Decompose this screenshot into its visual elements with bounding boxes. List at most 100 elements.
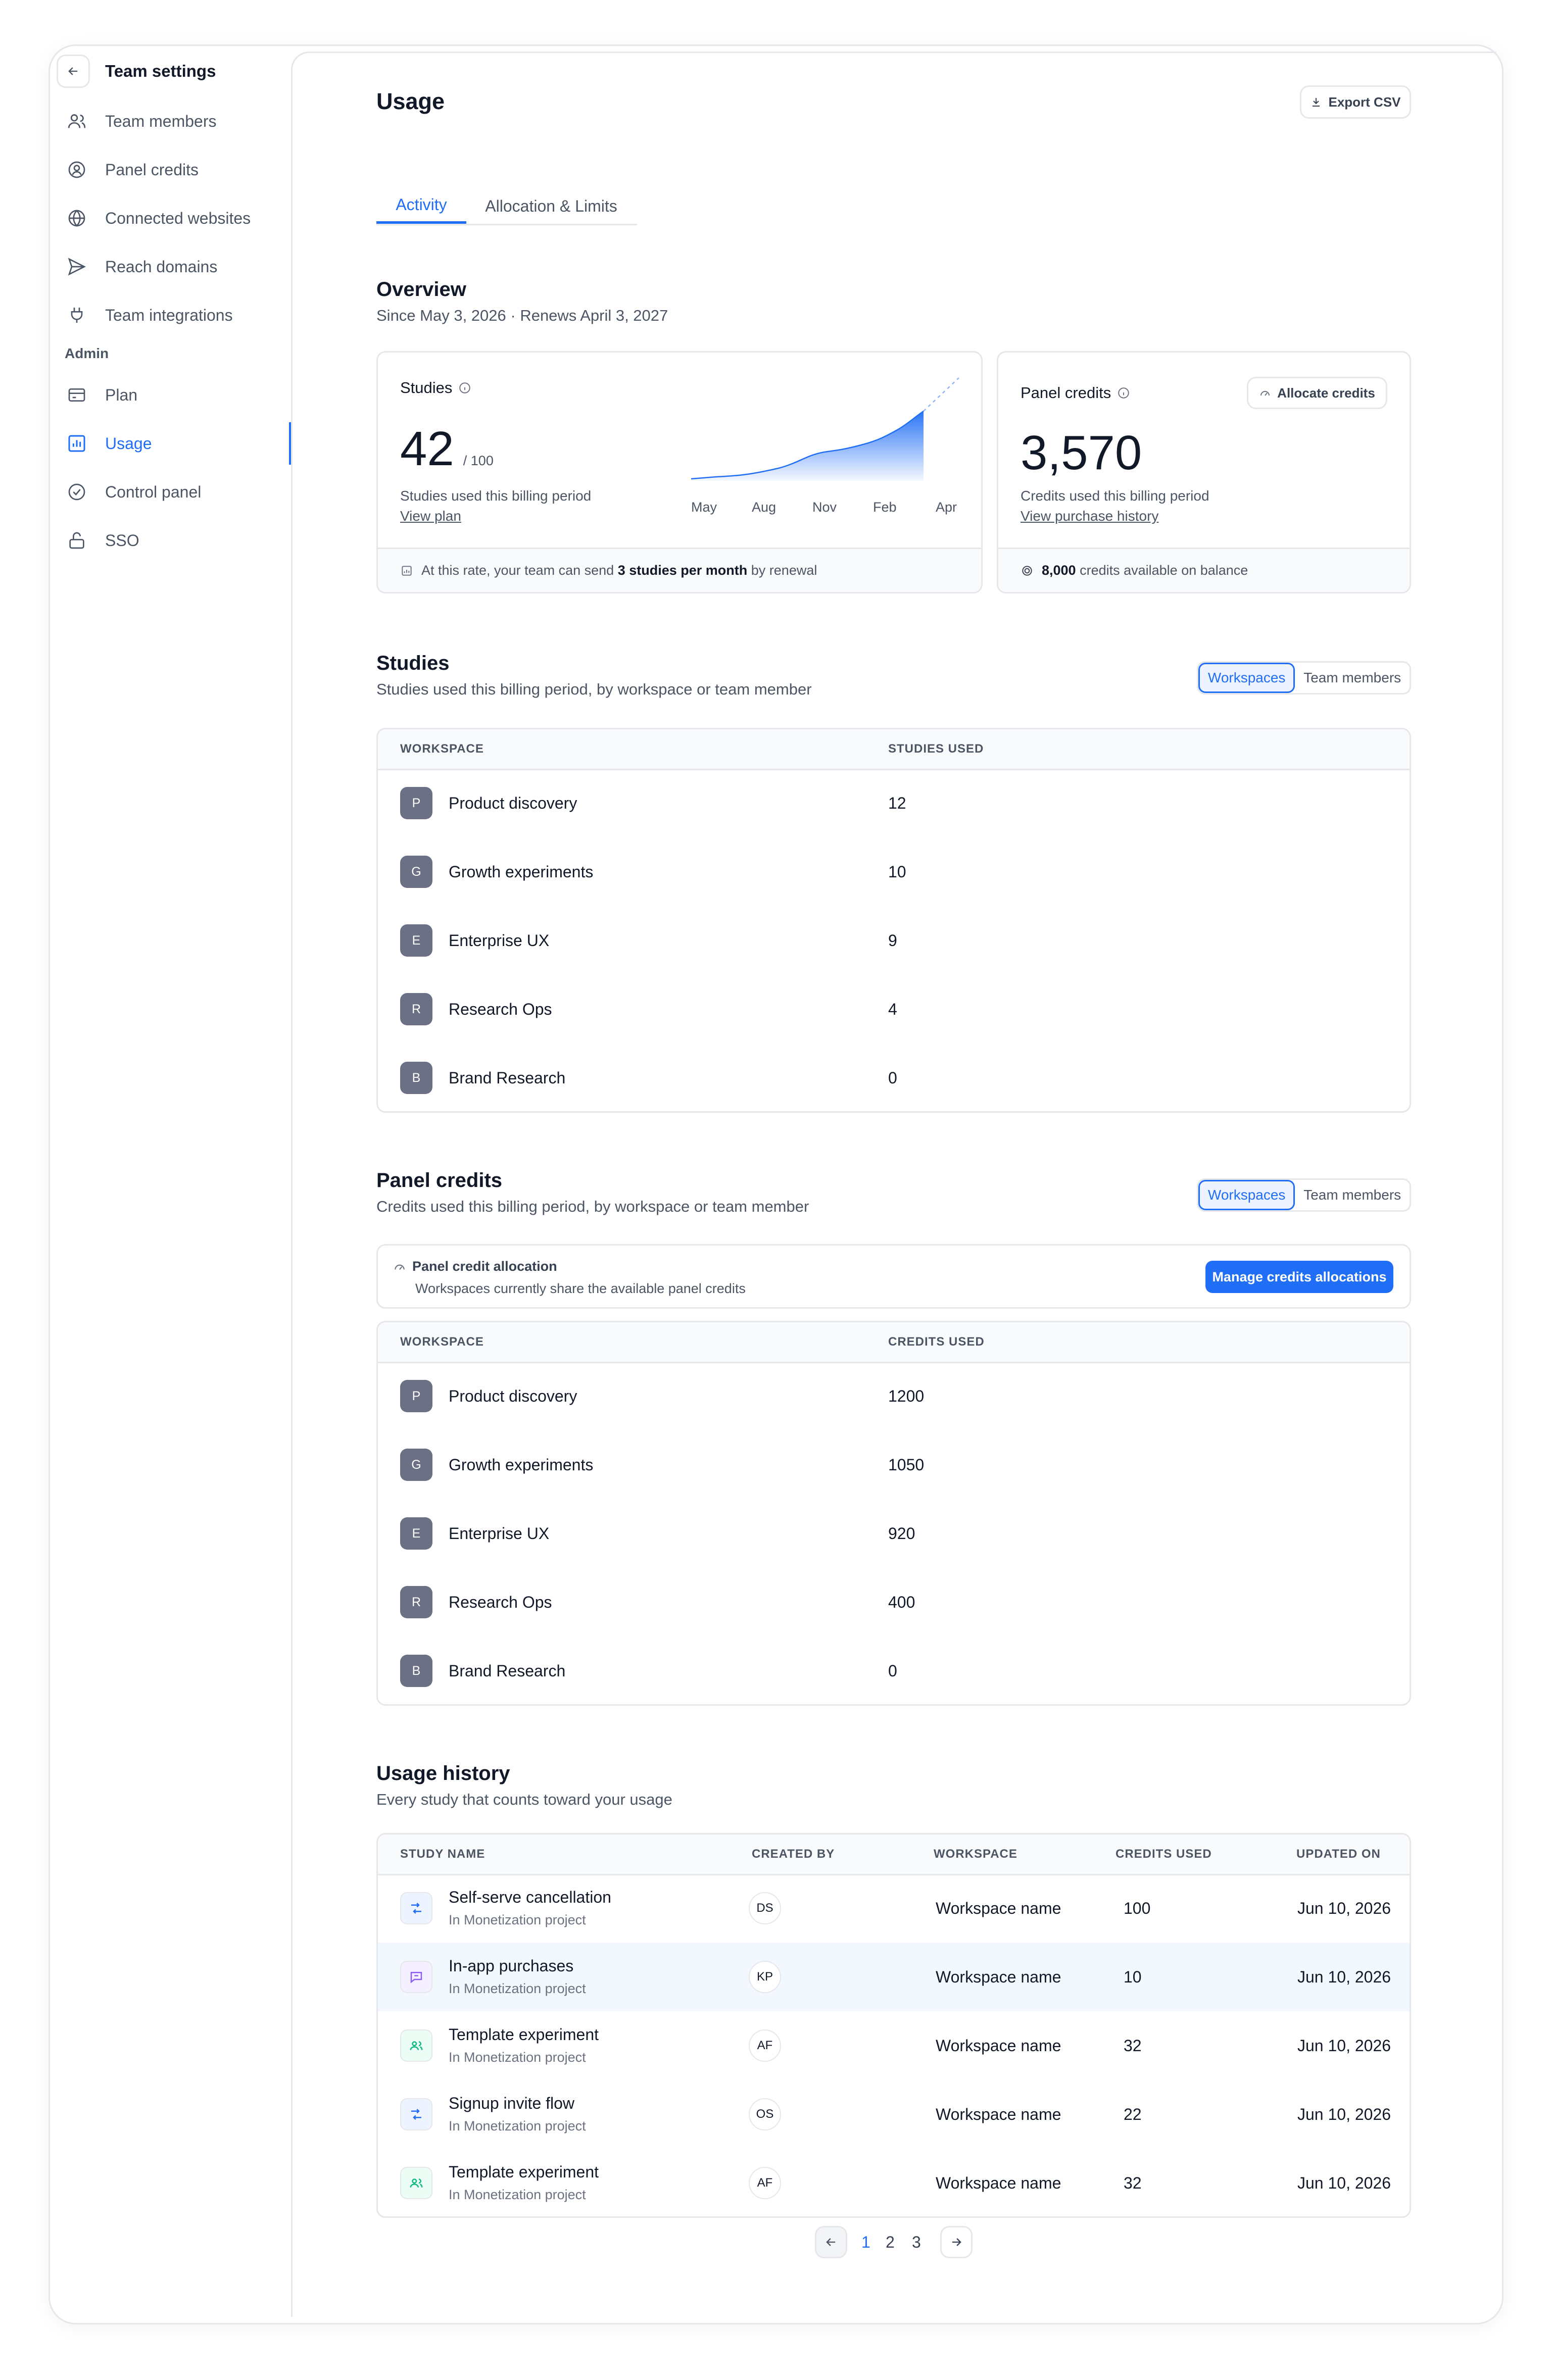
workspace-avatar: G [400, 856, 432, 888]
chart-label-nov: Nov [812, 500, 837, 515]
table-row[interactable]: Template experiment In Monetization proj… [378, 2011, 1410, 2080]
studies-value-group: 42 / 100 [400, 421, 494, 477]
table-row[interactable]: E Enterprise UX 9 [378, 906, 1410, 975]
table-row[interactable]: R Research Ops 400 [378, 1568, 1410, 1637]
updated-on: Jun 10, 2026 [1297, 2105, 1391, 2123]
workspace-name: Enterprise UX [449, 931, 550, 950]
toggle-workspaces[interactable]: Workspaces [1198, 1180, 1295, 1210]
table-row[interactable]: P Product discovery 1200 [378, 1362, 1410, 1430]
overview-title: Overview [376, 278, 466, 301]
table-row[interactable]: B Brand Research 0 [378, 1044, 1410, 1111]
toggle-workspaces[interactable]: Workspaces [1198, 663, 1295, 693]
download-icon [1313, 98, 1320, 107]
page-3[interactable]: 3 [912, 2233, 921, 2252]
studies-view-toggle: Workspaces Team members [1197, 661, 1411, 695]
sidebar-section-admin: Admin [65, 345, 109, 361]
prev-page-button[interactable] [815, 2226, 847, 2258]
updated-on: Jun 10, 2026 [1297, 1899, 1391, 1917]
col-workspace: WORKSPACE [934, 1847, 1017, 1861]
workspace-avatar: B [400, 1655, 432, 1687]
people-icon [400, 2167, 432, 2199]
credit-card-icon [65, 383, 89, 407]
credits-used: 400 [888, 1593, 915, 1611]
sidebar-item-plan[interactable]: Plan [48, 374, 291, 416]
view-plan-link[interactable]: View plan [400, 508, 461, 524]
tab-activity[interactable]: Activity [376, 188, 466, 224]
workspace-name: Research Ops [449, 1593, 552, 1611]
credits-value: 3,570 [1021, 426, 1142, 480]
sidebar-item-sso[interactable]: SSO [48, 519, 291, 562]
workspace-name: Product discovery [449, 1386, 577, 1405]
manage-credits-button[interactable]: Manage credits allocations [1205, 1261, 1393, 1293]
toggle-team-members[interactable]: Team members [1295, 1180, 1410, 1210]
view-purchase-history-link[interactable]: View purchase history [1021, 508, 1158, 524]
back-button[interactable] [57, 55, 90, 88]
study-project: In Monetization project [449, 2187, 586, 2202]
table-row[interactable]: P Product discovery 12 [378, 769, 1410, 837]
credits-used: 22 [1124, 2105, 1142, 2123]
updated-on: Jun 10, 2026 [1297, 2173, 1391, 2192]
studies-title: Studies [376, 652, 450, 674]
workspace-name: Growth experiments [449, 1455, 594, 1474]
table-row[interactable]: B Brand Research 0 [378, 1637, 1410, 1704]
workspace-avatar: G [400, 1449, 432, 1481]
table-row[interactable]: G Growth experiments 1050 [378, 1430, 1410, 1499]
footer-pre: At this rate, your team can send [421, 563, 614, 578]
users-icon [65, 109, 89, 133]
creator-avatar: KP [749, 1961, 781, 1993]
next-page-button[interactable] [940, 2226, 973, 2258]
workspace-name: Research Ops [449, 1000, 552, 1018]
workspace-name: Workspace name [936, 2173, 1061, 2192]
gauge-icon [1260, 391, 1270, 396]
table-header: WORKSPACE CREDITS USED [378, 1322, 1410, 1363]
workspace-name: Product discovery [449, 794, 577, 812]
study-project: In Monetization project [449, 1981, 586, 1996]
table-row[interactable]: R Research Ops 4 [378, 975, 1410, 1044]
sidebar-item-control-panel[interactable]: Control panel [48, 471, 291, 513]
sidebar-item-label: Team integrations [105, 306, 233, 324]
table-row[interactable]: Template experiment In Monetization proj… [378, 2149, 1410, 2216]
page-1[interactable]: 1 [861, 2233, 870, 2252]
study-project: In Monetization project [449, 1912, 586, 1927]
footer-post: credits available on balance [1080, 563, 1248, 578]
chart-label-may: May [691, 500, 717, 515]
page-2[interactable]: 2 [886, 2233, 895, 2252]
sidebar-item-label: SSO [105, 531, 139, 550]
usage-history-subtitle: Every study that counts toward your usag… [376, 1791, 672, 1808]
table-row[interactable]: G Growth experiments 10 [378, 837, 1410, 906]
credits-used: 920 [888, 1524, 915, 1543]
flow-icon [400, 1892, 432, 1924]
sidebar-item-panel-credits[interactable]: Panel credits [48, 148, 291, 191]
allocate-credits-button[interactable]: Allocate credits [1247, 377, 1387, 409]
workspace-avatar: P [400, 787, 432, 819]
info-icon[interactable] [1117, 386, 1130, 400]
bar-chart-icon [65, 431, 89, 456]
toggle-team-members[interactable]: Team members [1295, 663, 1410, 693]
workspace-avatar: R [400, 1586, 432, 1618]
studies-used: 10 [888, 862, 906, 881]
info-icon[interactable] [458, 381, 471, 394]
check-circle-icon [65, 480, 89, 504]
studies-trend-chart: May Aug Nov Feb Apr [691, 377, 959, 515]
sidebar-item-connected-websites[interactable]: Connected websites [48, 197, 291, 239]
workspace-name: Growth experiments [449, 862, 594, 881]
sidebar-item-reach-domains[interactable]: Reach domains [48, 245, 291, 288]
studies-caption: Studies used this billing period [400, 488, 592, 504]
footer-text: At this rate, your team can send 3 studi… [421, 563, 817, 578]
chart-label-feb: Feb [873, 500, 897, 515]
table-row[interactable]: E Enterprise UX 920 [378, 1499, 1410, 1568]
sidebar-item-team-integrations[interactable]: Team integrations [48, 294, 291, 336]
table-row[interactable]: Signup invite flow In Monetization proje… [378, 2080, 1410, 2149]
sidebar-item-usage[interactable]: Usage [48, 422, 291, 465]
panel-credits-subtitle: Credits used this billing period, by wor… [376, 1198, 809, 1215]
arrow-left-icon [826, 2238, 836, 2246]
export-csv-button[interactable]: Export CSV [1300, 85, 1411, 119]
study-project: In Monetization project [449, 2118, 586, 2134]
table-row[interactable]: In-app purchases In Monetization project… [378, 1943, 1410, 2011]
calendar-chart-icon [402, 565, 412, 576]
sidebar-item-team-members[interactable]: Team members [48, 100, 291, 142]
tab-allocation-limits[interactable]: Allocation & Limits [475, 188, 627, 224]
table-row[interactable]: Self-serve cancellation In Monetization … [378, 1874, 1410, 1943]
people-icon [400, 2029, 432, 2062]
workspace-name: Brand Research [449, 1661, 566, 1680]
